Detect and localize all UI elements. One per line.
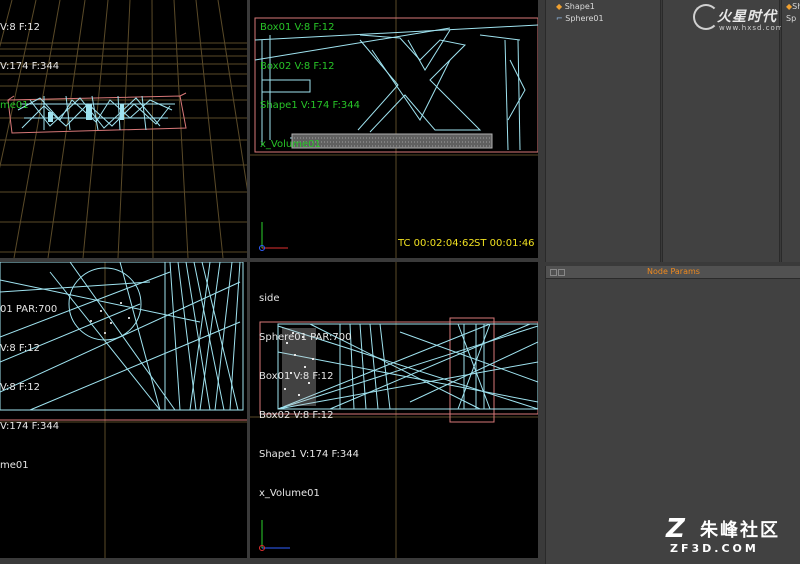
stat-line: V:8 F:12 <box>0 22 41 33</box>
stat-line: V:174 F:344 <box>0 421 60 432</box>
tree-item-label: Sp <box>786 14 797 23</box>
stat-line: me01 <box>0 460 29 471</box>
viewport-side[interactable]: side Sphere01 PAR:700 Box01 V:8 F:12 Box… <box>250 262 538 558</box>
tree-item-clipped[interactable]: Sp <box>786 14 796 23</box>
stat-line: Box02 V:8 F:12 <box>260 61 335 72</box>
stat-line: Shape1 V:174 F:344 <box>260 100 360 111</box>
stat-line: 01 PAR:700 <box>0 304 58 315</box>
tree-item-label: Sphere01 <box>565 14 604 23</box>
viewport-front[interactable]: Box01 V:8 F:12 Box02 V:8 F:12 Shape1 V:1… <box>250 0 538 258</box>
stat-line: x_Volume01 <box>260 139 321 150</box>
timecode-tc: TC 00:02:04:62 <box>398 238 475 249</box>
brand-name: 火星时代 <box>717 9 777 25</box>
stat-line: Shape1 V:174 F:344 <box>259 449 359 460</box>
scene-tree-panel: ◆ Shape1 ⌐ Sphere01 <box>545 0 661 262</box>
stat-line: Sphere01 PAR:700 <box>259 332 352 343</box>
tree-item-shape1[interactable]: ◆ Shape1 <box>556 2 595 11</box>
stat-line: V:8 F:12 <box>0 382 41 393</box>
axis-gizmo <box>259 222 288 251</box>
stat-line: me01 <box>0 100 29 111</box>
stat-line: Box01 V:8 F:12 <box>259 371 334 382</box>
viewport-top[interactable]: 01 PAR:700 V:8 F:12 V:8 F:12 V:174 F:344… <box>0 262 247 558</box>
timecode-st: ST 00:01:46 <box>474 238 535 249</box>
node-params-header[interactable]: Node Params <box>546 266 800 279</box>
watermark-brand: 朱峰社区 <box>700 520 780 541</box>
stat-line: Box02 V:8 F:12 <box>259 410 334 421</box>
brand-swirl-icon <box>693 4 719 30</box>
clipped-panel: ◆Sh Sp <box>781 0 800 262</box>
node-params-title: Node Params <box>647 267 700 276</box>
tree-item-clipped[interactable]: ◆Sh <box>786 2 800 11</box>
watermark-url: ZF3D.COM <box>670 542 759 555</box>
brand-url: www.hxsd.com <box>719 24 784 32</box>
link-icon: ⌐ <box>556 14 563 23</box>
viewport-stats: V:8 F:12 V:174 F:344 me01 <box>0 0 59 138</box>
viewport-stats: Box01 V:8 F:12 Box02 V:8 F:12 Shape1 V:1… <box>260 0 360 177</box>
stat-line-clipped: Box01 V:8 F:12 <box>260 22 335 33</box>
node-icon: ◆ <box>556 2 563 11</box>
stat-line: x_Volume01 <box>259 488 320 499</box>
viewport-perspective[interactable]: V:8 F:12 V:174 F:344 me01 <box>0 0 247 258</box>
viewport-stats: 01 PAR:700 V:8 F:12 V:8 F:12 V:174 F:344… <box>0 277 59 498</box>
watermark-bottom: Z 朱峰社区 ZF3D.COM <box>666 514 796 558</box>
secondary-panel: 火星时代 www.hxsd.com <box>662 0 783 262</box>
tree-item-label: Sh <box>792 2 800 11</box>
viewport-stats: side Sphere01 PAR:700 Box01 V:8 F:12 Box… <box>259 266 359 526</box>
zf-logo-icon: Z <box>666 514 685 544</box>
node-params-panel: Node Params Z 朱峰社区 ZF3D.COM <box>545 266 800 564</box>
tree-item-label: Shape1 <box>564 2 595 11</box>
viewport-label: side <box>259 293 280 304</box>
tree-item-sphere01[interactable]: ⌐ Sphere01 <box>556 14 604 23</box>
stat-line: V:174 F:344 <box>0 61 60 72</box>
stat-line: V:8 F:12 <box>0 343 41 354</box>
